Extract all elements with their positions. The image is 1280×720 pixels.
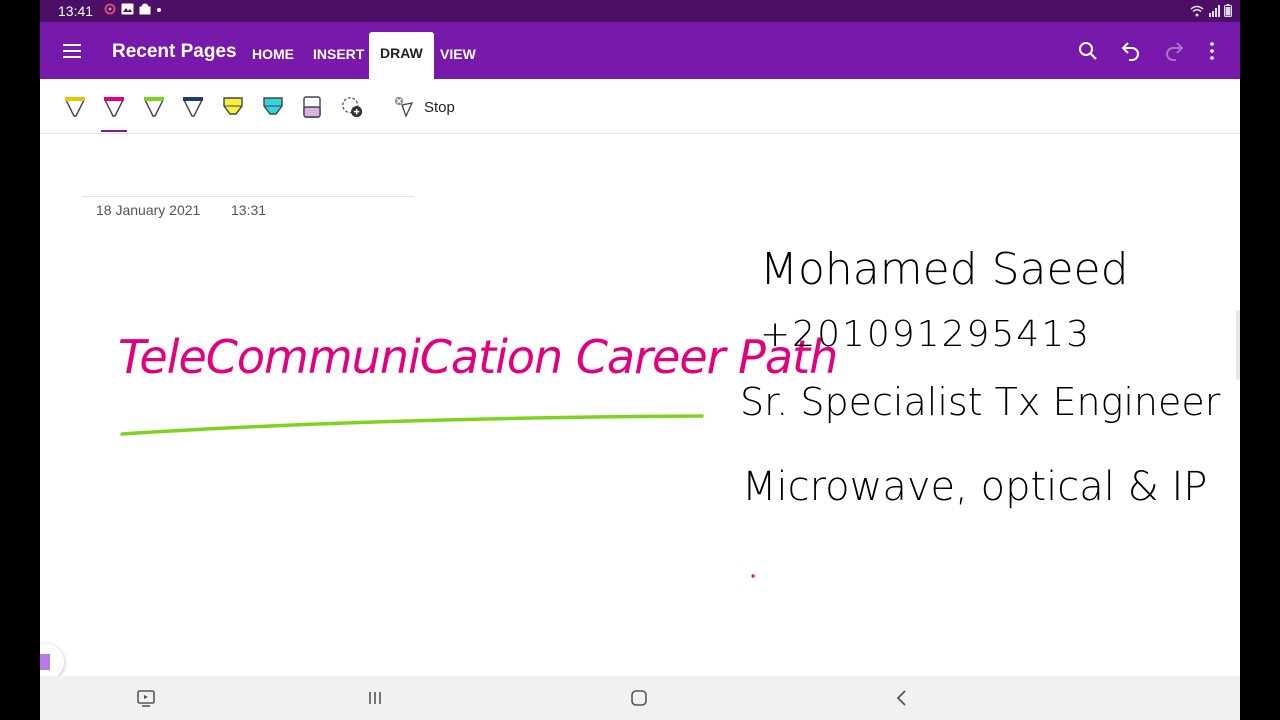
- dot-icon: [157, 8, 161, 12]
- redo-icon[interactable]: [1162, 39, 1186, 63]
- tab-home[interactable]: HOME: [252, 46, 294, 62]
- draw-toolbar: Stop: [40, 79, 1240, 134]
- recents-icon[interactable]: [364, 687, 386, 709]
- wifi-icon: [1190, 5, 1204, 16]
- ink-phone: +201091295413: [760, 314, 1092, 355]
- stop-drawing-button[interactable]: Stop: [392, 93, 455, 121]
- page-canvas[interactable]: 18 January 2021 13:31 TeleCommuniCation …: [40, 134, 1240, 676]
- app-bar: Recent Pages HOME INSERT DRAW VIEW: [40, 22, 1240, 79]
- pen-yellow-icon[interactable]: [63, 94, 87, 120]
- stop-label: Stop: [424, 98, 455, 116]
- pen-navy-icon[interactable]: [181, 94, 205, 120]
- add-pen-icon[interactable]: [340, 94, 364, 120]
- system-nav-bar: [40, 676, 1240, 720]
- page-title[interactable]: Recent Pages: [112, 41, 237, 63]
- ink-role: Sr. Specialist Tx Engineer: [740, 380, 1221, 424]
- ink-name: Mohamed Saeed: [760, 244, 1129, 295]
- pen-green-icon[interactable]: [142, 94, 166, 120]
- ink-underline: [120, 414, 704, 436]
- selected-pen-indicator: [101, 130, 127, 132]
- home-icon[interactable]: [628, 687, 650, 709]
- onenote-screen: 13:41 Recent Pages HOME INSERT DRAW VIEW: [40, 0, 1240, 720]
- notebook-icon: [40, 654, 50, 670]
- search-icon[interactable]: [1076, 39, 1100, 63]
- page-date: 18 January 2021: [96, 202, 201, 218]
- scrollbar[interactable]: [1236, 310, 1240, 380]
- signal-icon: [1209, 4, 1220, 17]
- highlighter-yellow-icon[interactable]: [221, 94, 245, 120]
- tab-insert[interactable]: INSERT: [313, 46, 364, 62]
- battery-icon: [1224, 4, 1232, 17]
- page-date-time: 18 January 2021 13:31: [82, 196, 414, 218]
- tab-draw[interactable]: DRAW: [369, 32, 434, 79]
- photo-icon: [121, 3, 134, 15]
- ink-dot: [751, 574, 755, 578]
- pen-cursor-icon: [395, 97, 414, 118]
- undo-icon[interactable]: [1119, 39, 1143, 63]
- sync-icon: [104, 3, 116, 15]
- hamburger-menu-icon[interactable]: [60, 39, 84, 63]
- ink-heading: TeleCommuniCation Career Path: [118, 330, 838, 384]
- page-time: 13:31: [231, 202, 267, 218]
- more-options-icon[interactable]: [1200, 39, 1224, 63]
- pen-magenta-icon[interactable]: [102, 94, 126, 120]
- highlighter-cyan-icon[interactable]: [261, 94, 285, 120]
- ink-skills: Microwave, optical & IP: [742, 464, 1208, 510]
- status-time: 13:41: [58, 3, 94, 19]
- highlighter-lavender-icon[interactable]: [300, 94, 324, 120]
- notification-icon: [139, 3, 151, 15]
- screenshot-icon[interactable]: [135, 687, 157, 709]
- status-bar: 13:41: [40, 0, 1240, 22]
- back-icon[interactable]: [891, 687, 913, 709]
- tab-view[interactable]: VIEW: [440, 46, 476, 62]
